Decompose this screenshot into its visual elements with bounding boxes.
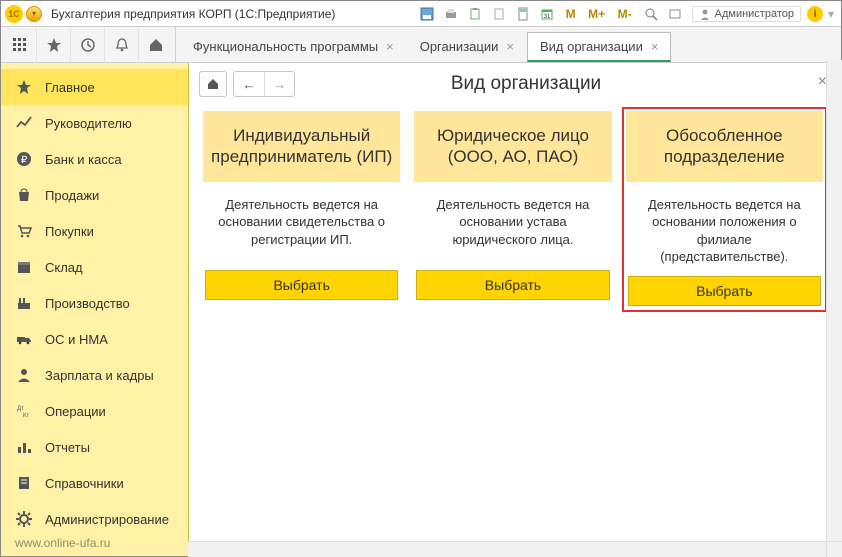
sidebar-item-label: Продажи: [45, 188, 99, 203]
sidebar-item-label: Покупки: [45, 224, 94, 239]
calendar-icon[interactable]: 31: [536, 4, 558, 24]
sidebar-item-label: Главное: [45, 80, 95, 95]
history-icon[interactable]: [71, 27, 105, 63]
bell-icon[interactable]: [105, 27, 139, 63]
chart-icon: [15, 114, 33, 132]
dtkt-icon: ДтКт: [15, 402, 33, 420]
sidebar-item-chart[interactable]: Руководителю: [1, 105, 188, 141]
home-icon[interactable]: [139, 27, 173, 63]
main-area: ← → Вид организации × Индивидуальный пре…: [189, 63, 841, 556]
tab-close-icon[interactable]: ×: [506, 39, 514, 54]
select-button[interactable]: Выбрать: [628, 276, 821, 306]
document-icon[interactable]: [488, 4, 510, 24]
tab-label: Функциональность программы: [193, 39, 378, 54]
sidebar-item-star[interactable]: Главное: [1, 69, 188, 105]
svg-text:31: 31: [543, 14, 550, 20]
truck-icon: [15, 330, 33, 348]
horizontal-scrollbar[interactable]: [188, 541, 826, 557]
ruble-icon: ₽: [15, 150, 33, 168]
card-title: Юридическое лицо (ООО, АО, ПАО): [414, 111, 611, 182]
cart-icon: [15, 222, 33, 240]
sidebar-item-factory[interactable]: Производство: [1, 285, 188, 321]
user-name: Администратор: [715, 8, 794, 20]
star-icon: [15, 78, 33, 96]
tab-close-icon[interactable]: ×: [651, 39, 659, 54]
sidebar-item-ruble[interactable]: ₽ Банк и касса: [1, 141, 188, 177]
m-button[interactable]: M: [560, 4, 582, 24]
bars-icon: [15, 438, 33, 456]
select-button[interactable]: Выбрать: [416, 270, 609, 300]
tab-1[interactable]: Организации ×: [407, 31, 527, 61]
scroll-corner: [826, 541, 842, 557]
save-icon[interactable]: [416, 4, 438, 24]
footer-link[interactable]: www.online-ufa.ru: [15, 536, 110, 550]
sidebar-item-label: Склад: [45, 260, 83, 275]
sidebar-item-dtkt[interactable]: ДтКт Операции: [1, 393, 188, 429]
sidebar-item-label: Операции: [45, 404, 106, 419]
calculator-icon[interactable]: [512, 4, 534, 24]
card-title: Индивидуальный предприниматель (ИП): [203, 111, 400, 182]
vertical-scrollbar[interactable]: [826, 60, 842, 541]
tab-label: Вид организации: [540, 39, 643, 54]
org-type-card-1: Юридическое лицо (ООО, АО, ПАО)Деятельно…: [410, 107, 615, 312]
user-icon: [699, 8, 711, 20]
sidebar-item-label: Банк и касса: [45, 152, 122, 167]
tab-label: Организации: [420, 39, 499, 54]
sidebar-item-label: Отчеты: [45, 440, 90, 455]
page-title: Вид организации: [221, 73, 831, 95]
sidebar-item-bag[interactable]: Продажи: [1, 177, 188, 213]
print-icon[interactable]: [440, 4, 462, 24]
org-type-card-2: Обособленное подразделениеДеятельность в…: [622, 107, 827, 312]
m-minus-button[interactable]: M-: [612, 4, 638, 24]
sidebar-item-gear[interactable]: Администрирование: [1, 501, 188, 537]
app-title: Бухгалтерия предприятия КОРП (1С:Предпри…: [51, 7, 335, 21]
app-menu-dropdown[interactable]: ▾: [26, 6, 42, 22]
sidebar-item-label: Зарплата и кадры: [45, 368, 154, 383]
box-icon: [15, 258, 33, 276]
card-title: Обособленное подразделение: [626, 111, 823, 182]
bag-icon: [15, 186, 33, 204]
svg-text:Кт: Кт: [23, 413, 29, 419]
select-button[interactable]: Выбрать: [205, 270, 398, 300]
card-description: Деятельность ведется на основании устава…: [414, 182, 611, 270]
card-description: Деятельность ведется на основании положе…: [626, 182, 823, 276]
sidebar-item-bars[interactable]: Отчеты: [1, 429, 188, 465]
sidebar-item-book[interactable]: Справочники: [1, 465, 188, 501]
titlebar: 1C ▾ Бухгалтерия предприятия КОРП (1С:Пр…: [1, 1, 841, 27]
main-tabbar: Функциональность программы×Организации×В…: [1, 27, 841, 63]
sidebar-item-label: ОС и НМА: [45, 332, 108, 347]
user-chip[interactable]: Администратор: [692, 6, 801, 22]
card-description: Деятельность ведется на основании свидет…: [203, 182, 400, 270]
book-icon: [15, 474, 33, 492]
tab-0[interactable]: Функциональность программы ×: [180, 31, 407, 61]
svg-text:₽: ₽: [21, 155, 28, 166]
sidebar-item-label: Производство: [45, 296, 130, 311]
person-icon: [15, 366, 33, 384]
sidebar-item-truck[interactable]: ОС и НМА: [1, 321, 188, 357]
info-icon[interactable]: i: [807, 6, 823, 22]
app-logo-icon: 1C: [5, 5, 23, 23]
favorite-star-icon[interactable]: [37, 27, 71, 63]
sidebar-item-label: Администрирование: [45, 512, 169, 527]
sidebar-item-person[interactable]: Зарплата и кадры: [1, 357, 188, 393]
sidebar-item-cart[interactable]: Покупки: [1, 213, 188, 249]
factory-icon: [15, 294, 33, 312]
zoom-icon[interactable]: [640, 4, 662, 24]
gear-icon: [15, 510, 33, 528]
tab-close-icon[interactable]: ×: [386, 39, 394, 54]
svg-text:Дт: Дт: [17, 406, 24, 412]
clipboard-icon[interactable]: [464, 4, 486, 24]
org-type-card-0: Индивидуальный предприниматель (ИП)Деяте…: [199, 107, 404, 312]
sidebar-item-label: Руководителю: [45, 116, 132, 131]
sidebar: Главное Руководителю ₽ Банк и касса Продажи П…: [1, 63, 189, 556]
window-icon[interactable]: [664, 4, 686, 24]
info-dropdown-icon[interactable]: ▾: [825, 4, 837, 24]
sidebar-item-box[interactable]: Склад: [1, 249, 188, 285]
sidebar-item-label: Справочники: [45, 476, 124, 491]
m-plus-button[interactable]: M+: [584, 4, 610, 24]
apps-grid-icon[interactable]: [3, 27, 37, 63]
tab-2[interactable]: Вид организации ×: [527, 32, 671, 62]
